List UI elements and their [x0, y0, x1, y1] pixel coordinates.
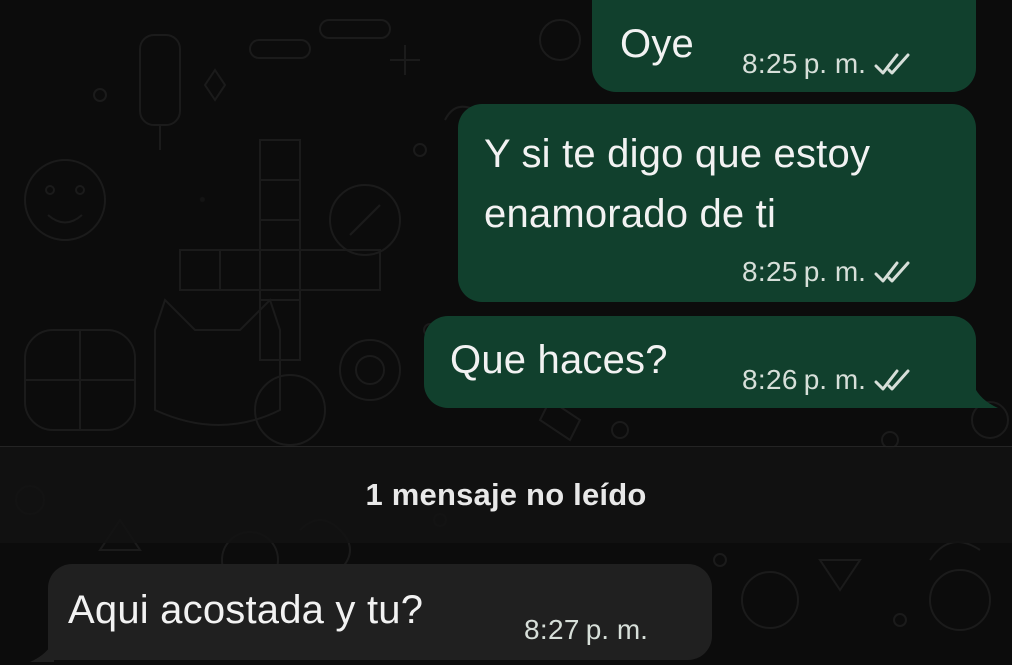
message-meta: 8:26 p. m. [742, 364, 912, 396]
read-double-check-icon [874, 261, 910, 283]
message-meta: 8:25 p. m. [742, 48, 912, 80]
message-text: Oye [620, 22, 694, 66]
outgoing-message[interactable]: Que haces? 8:26 p. m. [424, 316, 976, 408]
message-text-line: enamorado de ti [484, 192, 777, 236]
message-ampm: p. m. [803, 364, 866, 395]
message-time: 8:25 [742, 48, 798, 79]
message-text: Que haces? [450, 338, 668, 382]
bubble-tail [974, 386, 998, 408]
read-double-check-icon [874, 53, 910, 75]
unread-messages-divider: 1 mensaje no leído [0, 446, 1012, 543]
message-ampm: p. m. [803, 48, 866, 79]
message-time: 8:25 [742, 256, 798, 287]
message-time: 8:26 [742, 364, 798, 395]
read-double-check-icon [874, 369, 910, 391]
message-text-line: Y si te digo que estoy [484, 132, 871, 176]
unread-divider-label: 1 mensaje no leído [365, 477, 647, 512]
message-ampm: p. m. [585, 614, 648, 645]
chat-area[interactable]: Oye 8:25 p. m. Y si te digo que estoy en… [0, 0, 1012, 665]
outgoing-message[interactable]: Y si te digo que estoy enamorado de ti 8… [458, 104, 976, 302]
outgoing-message[interactable]: Oye 8:25 p. m. [592, 0, 976, 92]
message-meta: 8:27 p. m. [524, 614, 648, 646]
incoming-message[interactable]: Aqui acostada y tu? 8:27 p. m. [48, 564, 712, 660]
message-meta: 8:25 p. m. [742, 256, 912, 288]
message-text: Aqui acostada y tu? [68, 588, 424, 632]
message-ampm: p. m. [803, 256, 866, 287]
message-time: 8:27 [524, 614, 580, 645]
